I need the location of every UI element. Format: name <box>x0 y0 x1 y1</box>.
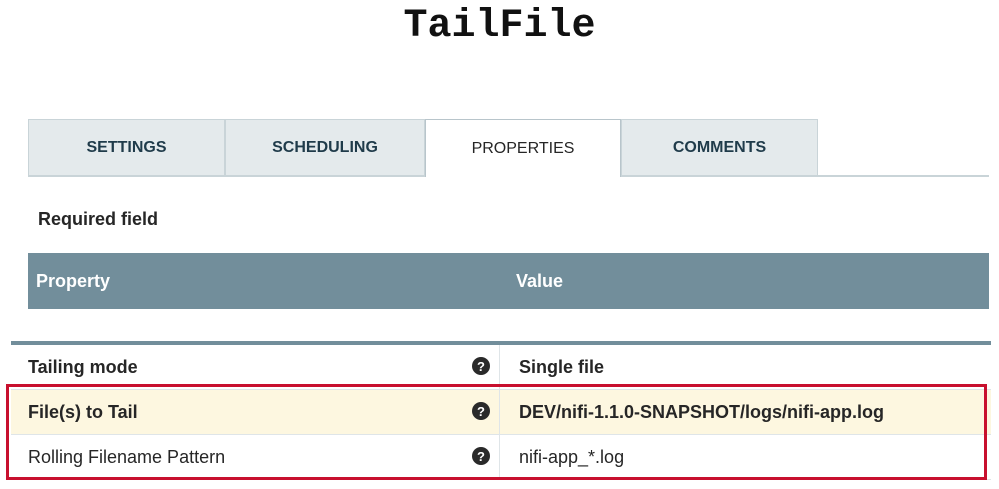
column-divider <box>499 390 500 434</box>
help-icon[interactable]: ? <box>472 447 490 465</box>
header-value: Value <box>516 271 564 291</box>
page-title: TailFile <box>403 4 596 49</box>
help-icon[interactable]: ? <box>472 357 490 375</box>
table-row[interactable]: File(s) to Tail ? DEV/nifi-1.1.0-SNAPSHO… <box>11 390 991 435</box>
header-property: Property <box>36 271 111 291</box>
required-field-label: Required field <box>38 209 159 229</box>
column-divider <box>499 345 500 389</box>
tab-comments[interactable]: COMMENTS <box>621 119 818 175</box>
property-name: Rolling Filename Pattern <box>28 447 226 467</box>
tab-scheduling[interactable]: SCHEDULING <box>225 119 425 175</box>
property-value[interactable]: Single file <box>519 357 604 378</box>
table-row[interactable]: Tailing mode ? Single file <box>11 345 991 390</box>
properties-table: Tailing mode ? Single file File(s) to Ta… <box>11 341 991 480</box>
table-row[interactable]: Rolling Filename Pattern ? nifi-app_*.lo… <box>11 435 991 480</box>
column-divider <box>499 435 500 479</box>
help-icon[interactable]: ? <box>472 402 490 420</box>
property-value[interactable]: DEV/nifi-1.1.0-SNAPSHOT/logs/nifi-app.lo… <box>519 402 884 423</box>
tab-bar: SETTINGS SCHEDULING PROPERTIES COMMENTS <box>28 119 989 177</box>
property-name: File(s) to Tail <box>28 402 138 422</box>
property-name: Tailing mode <box>28 357 138 377</box>
properties-table-header: Property Value <box>28 253 989 309</box>
tab-properties[interactable]: PROPERTIES <box>425 119 621 177</box>
property-value[interactable]: nifi-app_*.log <box>519 447 624 468</box>
tab-settings[interactable]: SETTINGS <box>28 119 225 175</box>
